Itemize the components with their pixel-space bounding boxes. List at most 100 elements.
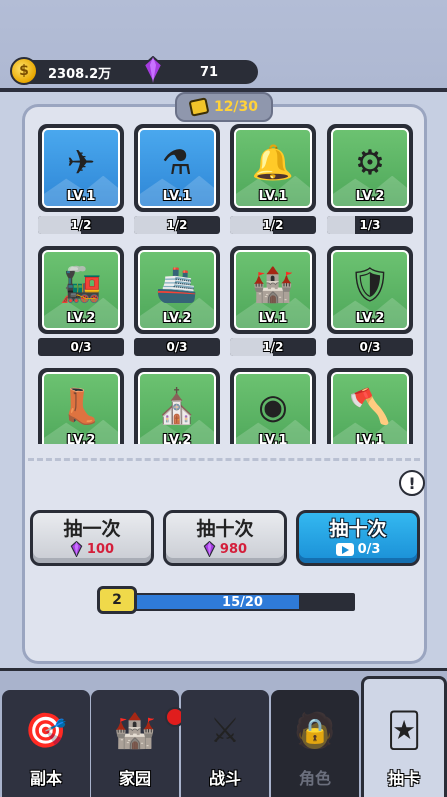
nav-tab-swords[interactable]: ⚔ 战斗 [181, 690, 269, 797]
card-progress-text: 1/2 [262, 218, 284, 232]
card-level: LV.1 [162, 189, 192, 204]
card-church[interactable]: ⛪ LV.2 [134, 368, 220, 444]
gem-icon [203, 541, 216, 558]
card-steamship-icon: 🚢 [155, 265, 199, 306]
draw-cost-value: 980 [219, 541, 248, 557]
card-art-frame: 🚢 LV.2 [138, 250, 216, 330]
card-level: LV.1 [66, 189, 96, 204]
nav-label: 副本 [29, 769, 62, 788]
card-count: 12/30 [213, 99, 259, 115]
card-count-pill: 12/30 [175, 92, 273, 122]
draw-cost: 100 [70, 541, 115, 558]
card-progress-text: 1/2 [166, 218, 188, 232]
card-progress-bar: 0/3 [327, 338, 413, 356]
card-progress-bar: 1/2 [38, 216, 124, 234]
card-steam-engine[interactable]: ⚙ LV.2 [327, 124, 413, 212]
card-airplane-icon: ✈ [66, 143, 96, 184]
card-progress-text: 1/2 [70, 218, 92, 232]
card-lamp[interactable]: 🔔 LV.1 [230, 124, 316, 212]
card-level: LV.2 [355, 189, 385, 204]
info-button[interactable]: ! [399, 470, 425, 496]
card-armor[interactable]: 🛡 LV.2 [327, 246, 413, 334]
card-axe[interactable]: 🪓 LV.1 [327, 368, 413, 444]
card-steamship[interactable]: 🚢 LV.2 [134, 246, 220, 334]
draw-cost-value: 0/3 [357, 541, 381, 557]
card-potion-flasks-icon: ⚗ [161, 143, 193, 184]
card-art-frame: ⚗ LV.1 [138, 128, 216, 208]
card-art-frame: ◉ LV.1 [234, 372, 312, 444]
card-progress-text: 1/3 [359, 218, 381, 232]
divider [28, 458, 420, 461]
card-art-frame: ✈ LV.1 [42, 128, 120, 208]
nav-label: 抽卡 [387, 769, 420, 788]
gem-amount: 71 [200, 64, 219, 80]
card-locomotive[interactable]: 🚂 LV.2 [38, 246, 124, 334]
card-castle-icon: 🏰 [251, 265, 295, 306]
card-art-frame: 🪓 LV.1 [331, 372, 409, 444]
card-round-shield-icon: ◉ [258, 387, 288, 428]
card-art-frame: 🔔 LV.1 [234, 128, 312, 208]
video-icon [335, 542, 354, 556]
card-progress-bar: 1/2 [134, 216, 220, 234]
draw-cost-value: 100 [86, 541, 115, 557]
nav-tab-character[interactable]: 🧑 🔒 角色 [271, 690, 359, 797]
nav-tab-castle[interactable]: 🏰 家园 [91, 690, 185, 797]
card-steam-engine-icon: ⚙ [354, 143, 386, 184]
nav-tab-card-draw[interactable]: 🃏 抽卡 [361, 676, 447, 797]
card-level: LV.1 [258, 189, 288, 204]
gem-icon [70, 541, 83, 558]
card-art-frame: ⛪ LV.2 [138, 372, 216, 444]
coin-icon: $ [10, 57, 38, 85]
gem-icon [142, 56, 164, 84]
card-draw-icon: 🃏 [386, 711, 422, 751]
draw-xp-text: 15/20 [222, 594, 263, 610]
gem-resource-bar: 71 [140, 56, 258, 84]
card-art-frame: 🚂 LV.2 [42, 250, 120, 330]
card-art-frame: 👢 LV.2 [42, 372, 120, 444]
draw-cost: 980 [203, 541, 248, 558]
card-progress-bar: 0/3 [134, 338, 220, 356]
card-level: LV.1 [258, 311, 288, 326]
nav-label: 角色 [298, 769, 331, 788]
card-progress-text: 1/2 [262, 340, 284, 354]
card-level: LV.2 [162, 433, 192, 444]
draw-button-label: 抽一次 [63, 517, 121, 540]
nav-label: 战斗 [208, 769, 241, 788]
card-boot-icon: 👢 [59, 387, 103, 428]
card-armor-icon: 🛡 [348, 265, 392, 306]
card-round-shield[interactable]: ◉ LV.1 [230, 368, 316, 444]
card-progress-bar: 0/3 [38, 338, 124, 356]
card-progress-bar: 1/2 [230, 216, 316, 234]
card-castle[interactable]: 🏰 LV.1 [230, 246, 316, 334]
nav-label: 家园 [118, 769, 151, 788]
card-art-frame: ⚙ LV.2 [331, 128, 409, 208]
card-level: LV.1 [355, 433, 385, 444]
draw-once-button[interactable]: 抽一次 100 [30, 510, 154, 566]
card-lamp-icon: 🔔 [251, 143, 295, 184]
draw-xp-bar: 15/20 [130, 593, 355, 611]
swords-icon: ⚔ [209, 711, 241, 751]
card-potion-flasks[interactable]: ⚗ LV.1 [134, 124, 220, 212]
card-level: LV.2 [355, 311, 385, 326]
draw-ten-gem-button[interactable]: 抽十次 980 [163, 510, 287, 566]
draw-level-badge: 2 [97, 586, 137, 614]
card-level: LV.2 [66, 433, 96, 444]
castle-icon: 🏰 [105, 703, 185, 759]
card-airplane[interactable]: ✈ LV.1 [38, 124, 124, 212]
card-level: LV.2 [162, 311, 192, 326]
card-level: LV.1 [258, 433, 288, 444]
card-progress-bar: 1/3 [327, 216, 413, 234]
card-level: LV.2 [66, 311, 96, 326]
card-boot[interactable]: 👢 LV.2 [38, 368, 124, 444]
draw-button-label: 抽十次 [329, 518, 387, 541]
card-locomotive-icon: 🚂 [59, 265, 103, 306]
card-progress-text: 0/3 [166, 340, 188, 354]
card-progress-text: 0/3 [359, 340, 381, 354]
card-progress-fill [327, 216, 356, 234]
draw-ten-video-button[interactable]: 抽十次 0/3 [296, 510, 420, 566]
card-art-frame: 🛡 LV.2 [331, 250, 409, 330]
card-ticket-icon [188, 97, 210, 117]
card-grid[interactable]: ✈ LV.1 1/2 ⚗ LV.1 1/2 🔔 LV.1 1/2 ⚙ LV.2 1/3 🚂 LV.2 0/3… [30, 122, 422, 444]
nav-tab-target[interactable]: 🎯 副本 [2, 690, 90, 797]
lock-icon: 🔒 [300, 717, 330, 745]
